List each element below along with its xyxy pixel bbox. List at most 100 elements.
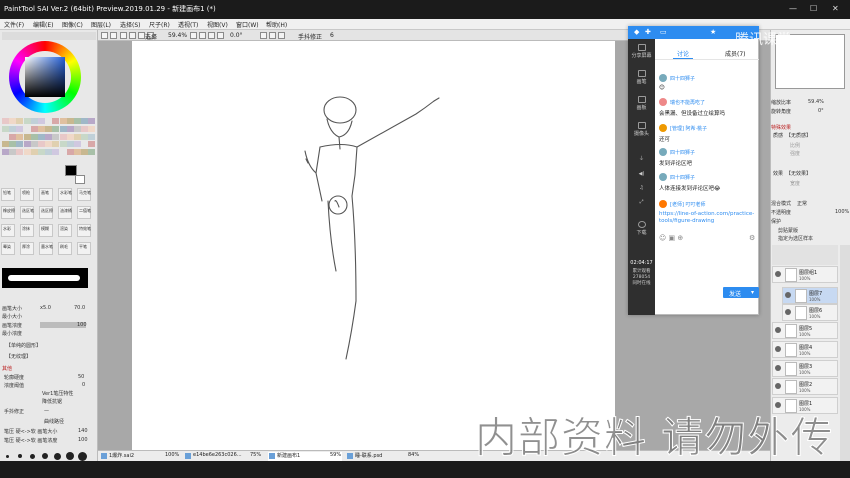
menu-edit[interactable]: 编辑(E) — [33, 20, 53, 29]
brush-dot[interactable] — [66, 452, 74, 460]
color-swatch[interactable] — [30, 149, 38, 156]
tool-19[interactable]: 平笔 — [77, 242, 91, 255]
menu-ruler[interactable]: 尺子(R) — [149, 20, 170, 29]
brush-dot[interactable] — [18, 454, 22, 458]
zoom-fit-icon[interactable] — [217, 32, 224, 39]
color-swatch[interactable] — [2, 125, 9, 132]
brush-size-value[interactable]: 70.0 — [74, 305, 85, 311]
redo-icon[interactable] — [110, 32, 117, 39]
expand-icon[interactable]: ✚ — [645, 28, 651, 36]
tool-15[interactable]: 晕染 — [1, 242, 15, 255]
layer-row[interactable]: 图层3 100% — [772, 360, 838, 377]
color-swatch[interactable] — [38, 141, 45, 148]
zoom-value[interactable]: 59.4% — [168, 32, 187, 39]
color-swatch[interactable] — [66, 118, 74, 124]
curve-checkbox[interactable]: 曲线路径 — [44, 418, 64, 425]
color-swatch[interactable] — [52, 149, 60, 156]
tool-18[interactable]: 刷毛 — [58, 242, 72, 255]
color-mode-tabs[interactable] — [2, 32, 96, 40]
color-swatch[interactable] — [59, 118, 67, 124]
pen-size-value[interactable]: 140 — [78, 428, 88, 434]
color-swatch[interactable] — [9, 141, 17, 148]
mic-icon[interactable]: ⏚ — [628, 155, 655, 162]
color-swatch[interactable] — [45, 118, 53, 124]
color-swatch[interactable] — [59, 133, 67, 140]
tab-doc-3[interactable]: 新建画布1 59% — [268, 452, 342, 461]
layer-row[interactable]: 图层组1 100% — [772, 266, 838, 283]
maximize-icon[interactable]: ☐ — [810, 4, 817, 13]
color-swatch[interactable] — [45, 133, 53, 140]
message-author[interactable]: [管理] 阿希·桃子 — [670, 125, 707, 132]
message-author[interactable]: 瑞也不能再吃了 — [670, 99, 705, 106]
rp-zoom-value[interactable]: 59.4% — [808, 99, 824, 105]
tool-5[interactable]: 橡皮擦 — [1, 206, 15, 219]
tool-14[interactable]: 特效笔 — [77, 224, 91, 237]
color-swatch[interactable] — [23, 125, 31, 132]
avatar[interactable] — [659, 124, 667, 132]
visibility-eye-icon[interactable] — [775, 327, 781, 333]
visibility-eye-icon[interactable] — [785, 292, 791, 298]
tool-3[interactable]: 水彩笔 — [58, 188, 72, 201]
tool-1[interactable]: 喷枪 — [20, 188, 34, 201]
invert-selection-icon[interactable] — [129, 32, 136, 39]
brush-dot[interactable] — [78, 451, 87, 461]
color-swatch[interactable] — [2, 133, 9, 140]
avatar[interactable] — [659, 74, 667, 82]
message-author[interactable]: 四十四狮子 — [670, 75, 695, 82]
saturation-value-square[interactable] — [25, 57, 65, 97]
color-swatch[interactable] — [38, 149, 45, 156]
brush-size-presets[interactable] — [2, 451, 96, 461]
emoji-icon[interactable]: ☺ ▣ ⊕ — [659, 234, 683, 242]
layer-row[interactable]: 图层2 100% — [772, 378, 838, 395]
tab-doc-4[interactable]: 睡-联系.psd 84% — [346, 452, 422, 461]
brush-texture-select[interactable]: 【无纹理】 — [6, 353, 31, 360]
color-swatch[interactable] — [16, 149, 24, 156]
color-swatch[interactable] — [88, 125, 96, 132]
color-swatch[interactable] — [16, 118, 24, 124]
color-swatch[interactable] — [38, 125, 45, 132]
avatar[interactable] — [659, 98, 667, 106]
color-swatch[interactable] — [23, 118, 31, 124]
color-swatch[interactable] — [74, 141, 81, 148]
color-swatch[interactable] — [9, 149, 17, 156]
window-icon[interactable]: ▭ — [660, 28, 667, 36]
tool-2[interactable]: 画笔 — [39, 188, 53, 201]
color-swatch[interactable] — [88, 149, 96, 156]
color-swatch[interactable] — [45, 149, 53, 156]
brush-shape-select[interactable]: 【单纯的圆形】 — [6, 342, 41, 349]
color-swatch[interactable] — [38, 118, 45, 124]
texture-select[interactable]: 【无质感】 — [786, 132, 811, 139]
tool-12[interactable]: 模糊 — [39, 224, 53, 237]
fullscreen-icon[interactable]: ⤢ — [628, 199, 655, 205]
rotate-right-icon[interactable] — [269, 32, 276, 39]
color-swatch[interactable] — [74, 118, 81, 124]
color-swatch[interactable] — [38, 133, 45, 140]
brush-dot[interactable] — [42, 453, 48, 459]
secondary-color[interactable] — [75, 175, 85, 184]
brush-dot[interactable] — [54, 452, 61, 460]
color-swatch[interactable] — [2, 118, 9, 124]
color-swatch[interactable] — [74, 125, 81, 132]
color-swatch[interactable] — [81, 133, 89, 140]
clip-mask-checkbox[interactable]: 剪贴蒙版 — [778, 227, 798, 234]
copy-icon[interactable] — [138, 32, 145, 39]
color-swatch[interactable] — [30, 118, 38, 124]
layer-row[interactable]: 图层5 100% — [772, 322, 838, 339]
tool-0[interactable]: 铅笔 — [1, 188, 15, 201]
tool-17[interactable]: 墨水笔 — [39, 242, 53, 255]
tool-8[interactable]: 油漆桶 — [58, 206, 72, 219]
pen-density-value[interactable]: 100 — [78, 437, 88, 443]
visibility-eye-icon[interactable] — [775, 346, 781, 352]
visibility-eye-icon[interactable] — [785, 309, 791, 315]
effect-select[interactable]: 【无效果】 — [786, 170, 811, 177]
layer-row[interactable]: 图层6 100% — [782, 304, 838, 321]
pen-button[interactable]: 画笔 — [628, 70, 655, 85]
brush-dot[interactable] — [30, 453, 35, 459]
color-swatch[interactable] — [59, 149, 67, 156]
message-text[interactable]: https://line-of-action.com/practice-tool… — [659, 211, 755, 225]
color-swatch[interactable] — [81, 125, 89, 132]
menu-help[interactable]: 帮助(H) — [266, 20, 287, 29]
color-swatch[interactable] — [23, 141, 31, 148]
color-swatch[interactable] — [88, 133, 96, 140]
zoom-reset-icon[interactable] — [208, 32, 215, 39]
